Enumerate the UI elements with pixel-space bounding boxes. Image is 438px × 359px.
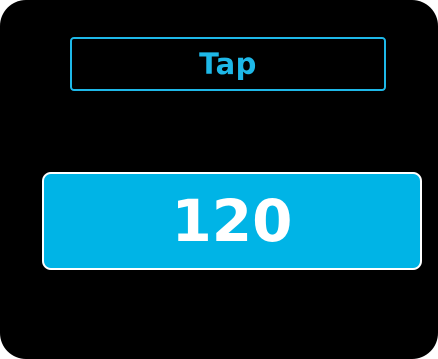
tempo-value: 120 [171, 187, 293, 255]
watch-screen: Tap 120 [0, 0, 438, 359]
tap-button[interactable]: Tap [70, 37, 386, 91]
tempo-display: 120 [42, 172, 422, 270]
tap-button-label: Tap [199, 47, 257, 81]
